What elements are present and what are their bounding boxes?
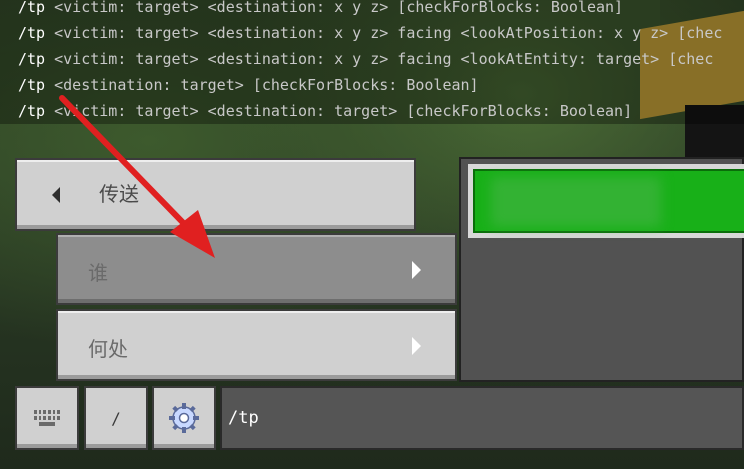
keyboard-icon <box>34 410 60 426</box>
teleport-label: 传送 <box>99 182 139 206</box>
chat-line: /tp <destination: target> [checkForBlock… <box>0 72 744 98</box>
where-parameter-button[interactable]: 何处 <box>56 309 457 381</box>
chat-line: /tp <victim: target> <destination: x y z… <box>0 46 744 72</box>
chat-line: /tp <victim: target> <destination: targe… <box>0 98 744 124</box>
suggestion-panel <box>459 157 744 382</box>
who-parameter-button[interactable]: 谁 <box>56 233 457 305</box>
selected-suggestion-bar[interactable] <box>473 169 744 233</box>
gear-icon <box>169 403 199 433</box>
teleport-back-button[interactable]: 传送 <box>15 158 416 231</box>
selected-suggestion-frame[interactable] <box>468 164 744 238</box>
slash-command-button[interactable]: / <box>84 386 148 450</box>
chevron-right-icon <box>412 337 421 355</box>
slash-label: / <box>111 408 121 428</box>
chat-line: /tp <victim: target> <destination: x y z… <box>0 0 744 20</box>
command-input[interactable]: /tp <box>220 386 744 450</box>
keyboard-button[interactable] <box>15 386 79 450</box>
chevron-left-icon <box>52 187 60 203</box>
chevron-right-icon <box>412 261 421 279</box>
who-label: 谁 <box>88 261 108 285</box>
where-label: 何处 <box>88 337 128 361</box>
settings-button[interactable] <box>152 386 216 450</box>
chat-line: /tp <victim: target> <destination: x y z… <box>0 20 744 46</box>
